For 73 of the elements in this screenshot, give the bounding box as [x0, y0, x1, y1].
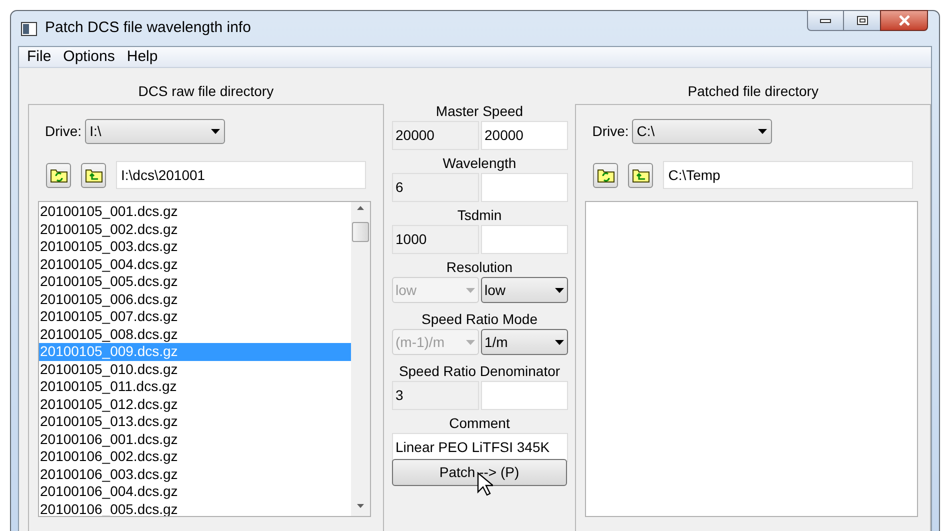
folder-refresh-icon [596, 167, 615, 183]
file-list-item[interactable]: 20100105_003.dcs.gz [39, 238, 351, 256]
field-label: Master Speed [436, 102, 524, 121]
file-list-item[interactable]: 20100105_013.dcs.gz [39, 413, 351, 430]
file-list-item[interactable]: 20100105_008.dcs.gz [39, 326, 351, 343]
file-list-item[interactable]: 20100106_002.dcs.gz [39, 448, 351, 466]
scroll-down-icon[interactable] [357, 504, 364, 508]
new-value-dropdown[interactable]: 1/m [480, 329, 568, 355]
drive-dropdown[interactable]: C:\ [632, 119, 772, 144]
file-list-item[interactable]: 20100105_012.dcs.gz [39, 396, 351, 413]
drive-label: Drive: [592, 122, 629, 141]
file-list-item[interactable]: 20100105_010.dcs.gz [39, 360, 351, 378]
file-list[interactable] [38, 201, 371, 517]
file-list-item[interactable]: 20100105_005.dcs.gz [39, 273, 351, 290]
file-list-item[interactable]: 20100106_001.dcs.gz [39, 430, 351, 448]
minimize-button[interactable] [807, 10, 844, 31]
file-list-item[interactable]: 20100105_011.dcs.gz [39, 378, 351, 396]
field-label: Tsdmin [457, 206, 502, 225]
refresh-folder-button[interactable] [46, 162, 71, 188]
path-field[interactable]: I:\dcs\201001 [116, 161, 366, 189]
current-value-field: 1000 [392, 225, 478, 254]
parent-folder-button[interactable] [81, 162, 106, 188]
caret-icon [466, 340, 474, 344]
folder-up-icon [84, 167, 102, 183]
caret-icon [210, 129, 220, 134]
current-value-field: 6 [392, 173, 478, 202]
field-label: Speed Ratio Mode [422, 310, 538, 329]
file-list-item[interactable]: 20100106_003.dcs.gz [39, 466, 351, 483]
file-list-item[interactable]: 20100105_006.dcs.gz [39, 290, 351, 308]
file-list-item[interactable]: 20100105_002.dcs.gz [39, 220, 351, 238]
panel-title: Patched file directory [686, 82, 820, 101]
field-label: Wavelength [442, 154, 516, 173]
file-list-item[interactable]: 20100105_001.dcs.gz [39, 203, 351, 220]
new-value-field[interactable]: 20000 [480, 121, 568, 150]
current-value-field: 20000 [392, 121, 478, 150]
scrollbar[interactable] [351, 202, 370, 516]
parent-folder-button[interactable] [628, 162, 654, 188]
maximize-icon [856, 16, 868, 25]
menu-item[interactable]: Help [120, 46, 164, 68]
field-label: Comment [449, 414, 510, 433]
folder-refresh-icon [50, 167, 68, 183]
new-value-field[interactable] [480, 173, 568, 202]
caret-icon [554, 288, 564, 292]
new-value-field[interactable] [480, 381, 568, 410]
caret-icon [758, 129, 767, 134]
new-value-field[interactable] [480, 225, 568, 254]
folder-up-icon [632, 167, 650, 183]
minimize-icon [820, 18, 831, 22]
new-value-dropdown[interactable]: low [480, 277, 568, 303]
refresh-folder-button[interactable] [593, 162, 618, 188]
close-icon [898, 15, 910, 26]
scroll-up-icon[interactable] [357, 206, 364, 210]
maximize-button[interactable] [844, 10, 880, 31]
current-value-field: 3 [392, 381, 478, 410]
menu-item[interactable]: File [21, 46, 58, 68]
caret-icon [466, 288, 474, 292]
patch-button[interactable]: Patch --> (P) [392, 459, 567, 486]
file-list-item[interactable]: 20100106_004.dcs.gz [39, 483, 351, 500]
menu-item[interactable]: Options [57, 46, 121, 68]
drive-dropdown[interactable]: I:\ [84, 119, 225, 144]
window-title: Patch DCS file wavelength info [45, 18, 251, 38]
file-list-item[interactable]: 20100105_004.dcs.gz [39, 256, 351, 273]
comment-field[interactable]: Linear PEO LiTFSI 345K [392, 433, 568, 462]
scroll-thumb[interactable] [352, 222, 369, 242]
drive-label: Drive: [45, 122, 82, 141]
panel-title: DCS raw file directory [137, 82, 275, 101]
caret-icon [554, 340, 564, 344]
close-button[interactable] [880, 10, 928, 31]
field-label: Speed Ratio Denominator [398, 362, 560, 381]
app-icon [21, 22, 37, 36]
file-list-item[interactable]: 20100105_007.dcs.gz [39, 308, 351, 326]
path-field[interactable]: C:\Temp [663, 161, 914, 189]
field-label: Resolution [446, 258, 513, 277]
